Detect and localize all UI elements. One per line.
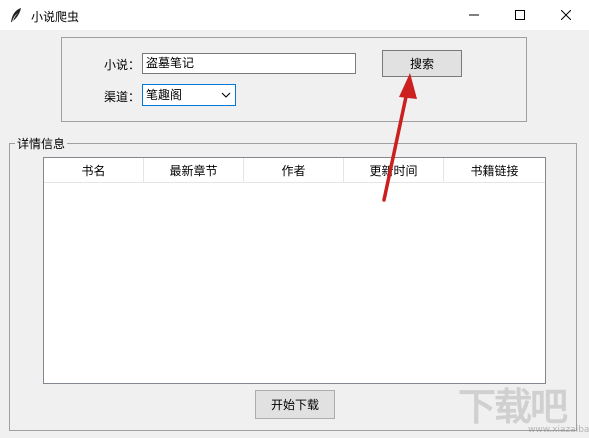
watermark-logo: 下载吧 [458,385,568,429]
column-header-latest-chapter[interactable]: 最新章节 [144,158,244,182]
chevron-down-icon [221,92,231,98]
column-header-author[interactable]: 作者 [244,158,344,182]
feather-icon [11,8,21,22]
details-legend: 详情信息 [15,135,68,152]
window-title: 小说爬虫 [31,10,80,24]
column-header-title[interactable]: 书名 [44,158,144,182]
column-header-update-time[interactable]: 更新时间 [344,158,444,182]
results-table[interactable]: 书名 最新章节 作者 更新时间 书籍链接 [43,157,546,384]
channel-select[interactable]: 笔趣阁 [142,84,236,106]
minimize-button[interactable] [451,0,497,30]
channel-select-value: 笔趣阁 [146,88,183,102]
close-icon [561,10,571,20]
minimize-icon [469,14,479,16]
title-bar[interactable]: 小说爬虫 [0,0,589,30]
close-button[interactable] [543,0,589,30]
start-download-button[interactable]: 开始下载 [255,390,335,419]
search-button[interactable]: 搜索 [382,50,462,77]
maximize-icon [515,10,525,20]
column-header-book-link[interactable]: 书籍链接 [444,158,545,182]
novel-label: 小说： [104,58,141,72]
results-table-header: 书名 最新章节 作者 更新时间 书籍链接 [44,158,545,183]
watermark-url: www.xiazaiba.com [528,425,589,435]
channel-label: 渠道： [104,90,141,104]
maximize-button[interactable] [497,0,543,30]
novel-input[interactable]: 盗墓笔记 [142,53,356,74]
